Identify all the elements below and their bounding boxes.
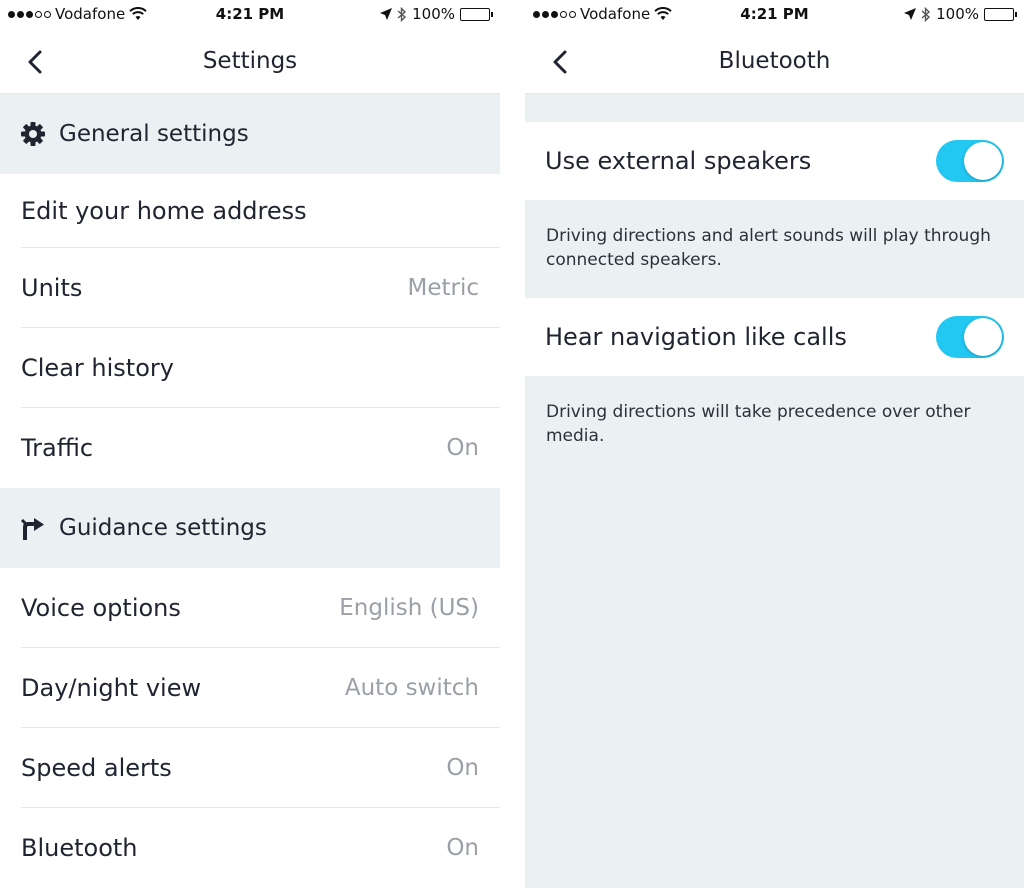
row-edit-home-address[interactable]: Edit your home address [0,174,500,248]
row-value: On [446,755,479,781]
external-speakers-toggle[interactable] [936,140,1004,182]
bluetooth-icon [921,6,931,22]
section-header-general: General settings [0,94,500,174]
row-label: Speed alerts [21,754,172,782]
external-speakers-description: Driving directions and alert sounds will… [525,200,1024,298]
row-traffic[interactable]: Traffic On [0,408,500,488]
row-units[interactable]: Units Metric [0,248,500,328]
row-speed-alerts[interactable]: Speed alerts On [0,728,500,808]
screen-gutter [500,0,525,888]
row-label: Traffic [21,434,94,462]
row-value: Metric [407,275,479,301]
row-clear-history[interactable]: Clear history [0,328,500,408]
toggle-label: Hear navigation like calls [545,323,847,351]
row-label: Units [21,274,83,302]
battery-percent: 100% [412,5,455,23]
location-arrow-icon [904,8,917,20]
row-value: On [446,435,479,461]
toggle-label: Use external speakers [545,147,812,175]
page-title: Settings [202,48,298,74]
section-label-general: General settings [59,121,249,147]
bluetooth-options: Use external speakers Driving directions… [525,94,1024,470]
row-hear-navigation-like-calls: Hear navigation like calls [525,298,1024,376]
navigation-like-calls-toggle[interactable] [936,316,1004,358]
navigation-like-calls-description: Driving directions will take precedence … [525,376,1024,470]
row-value: Auto switch [344,675,479,701]
gear-icon [20,121,46,147]
bluetooth-screen: Vodafone 4:21 PM 100% Bluetooth Use exte… [525,0,1024,888]
page-title: Bluetooth [718,48,831,74]
bluetooth-icon [397,6,407,22]
toggle-knob [964,318,1002,356]
status-bar: Vodafone 4:21 PM 100% [525,0,1024,30]
row-day-night-view[interactable]: Day/night view Auto switch [0,648,500,728]
section-label-guidance: Guidance settings [59,515,267,541]
status-right-group: 100% [380,5,493,23]
location-arrow-icon [380,8,393,20]
battery-icon [460,7,493,21]
toggle-knob [964,142,1002,180]
status-bar: Vodafone 4:21 PM 100% [0,0,500,30]
row-value: English (US) [339,595,479,621]
nav-bar: Settings [0,30,500,94]
row-label: Bluetooth [21,834,138,862]
row-use-external-speakers: Use external speakers [525,122,1024,200]
status-right-group: 100% [904,5,1017,23]
row-label: Voice options [21,594,181,622]
top-spacer [525,94,1024,122]
row-label: Edit your home address [21,197,307,225]
guidance-arrow-icon [20,515,46,541]
row-bluetooth[interactable]: Bluetooth On [0,808,500,888]
section-header-guidance: Guidance settings [0,488,500,568]
battery-percent: 100% [936,5,979,23]
battery-icon [984,7,1017,21]
row-value: On [446,835,479,861]
nav-bar: Bluetooth [525,30,1024,94]
row-label: Day/night view [21,674,202,702]
row-voice-options[interactable]: Voice options English (US) [0,568,500,648]
row-label: Clear history [21,354,174,382]
settings-list: General settings Edit your home address … [0,94,500,888]
settings-screen: Vodafone 4:21 PM 100% Settings General s… [0,0,500,888]
